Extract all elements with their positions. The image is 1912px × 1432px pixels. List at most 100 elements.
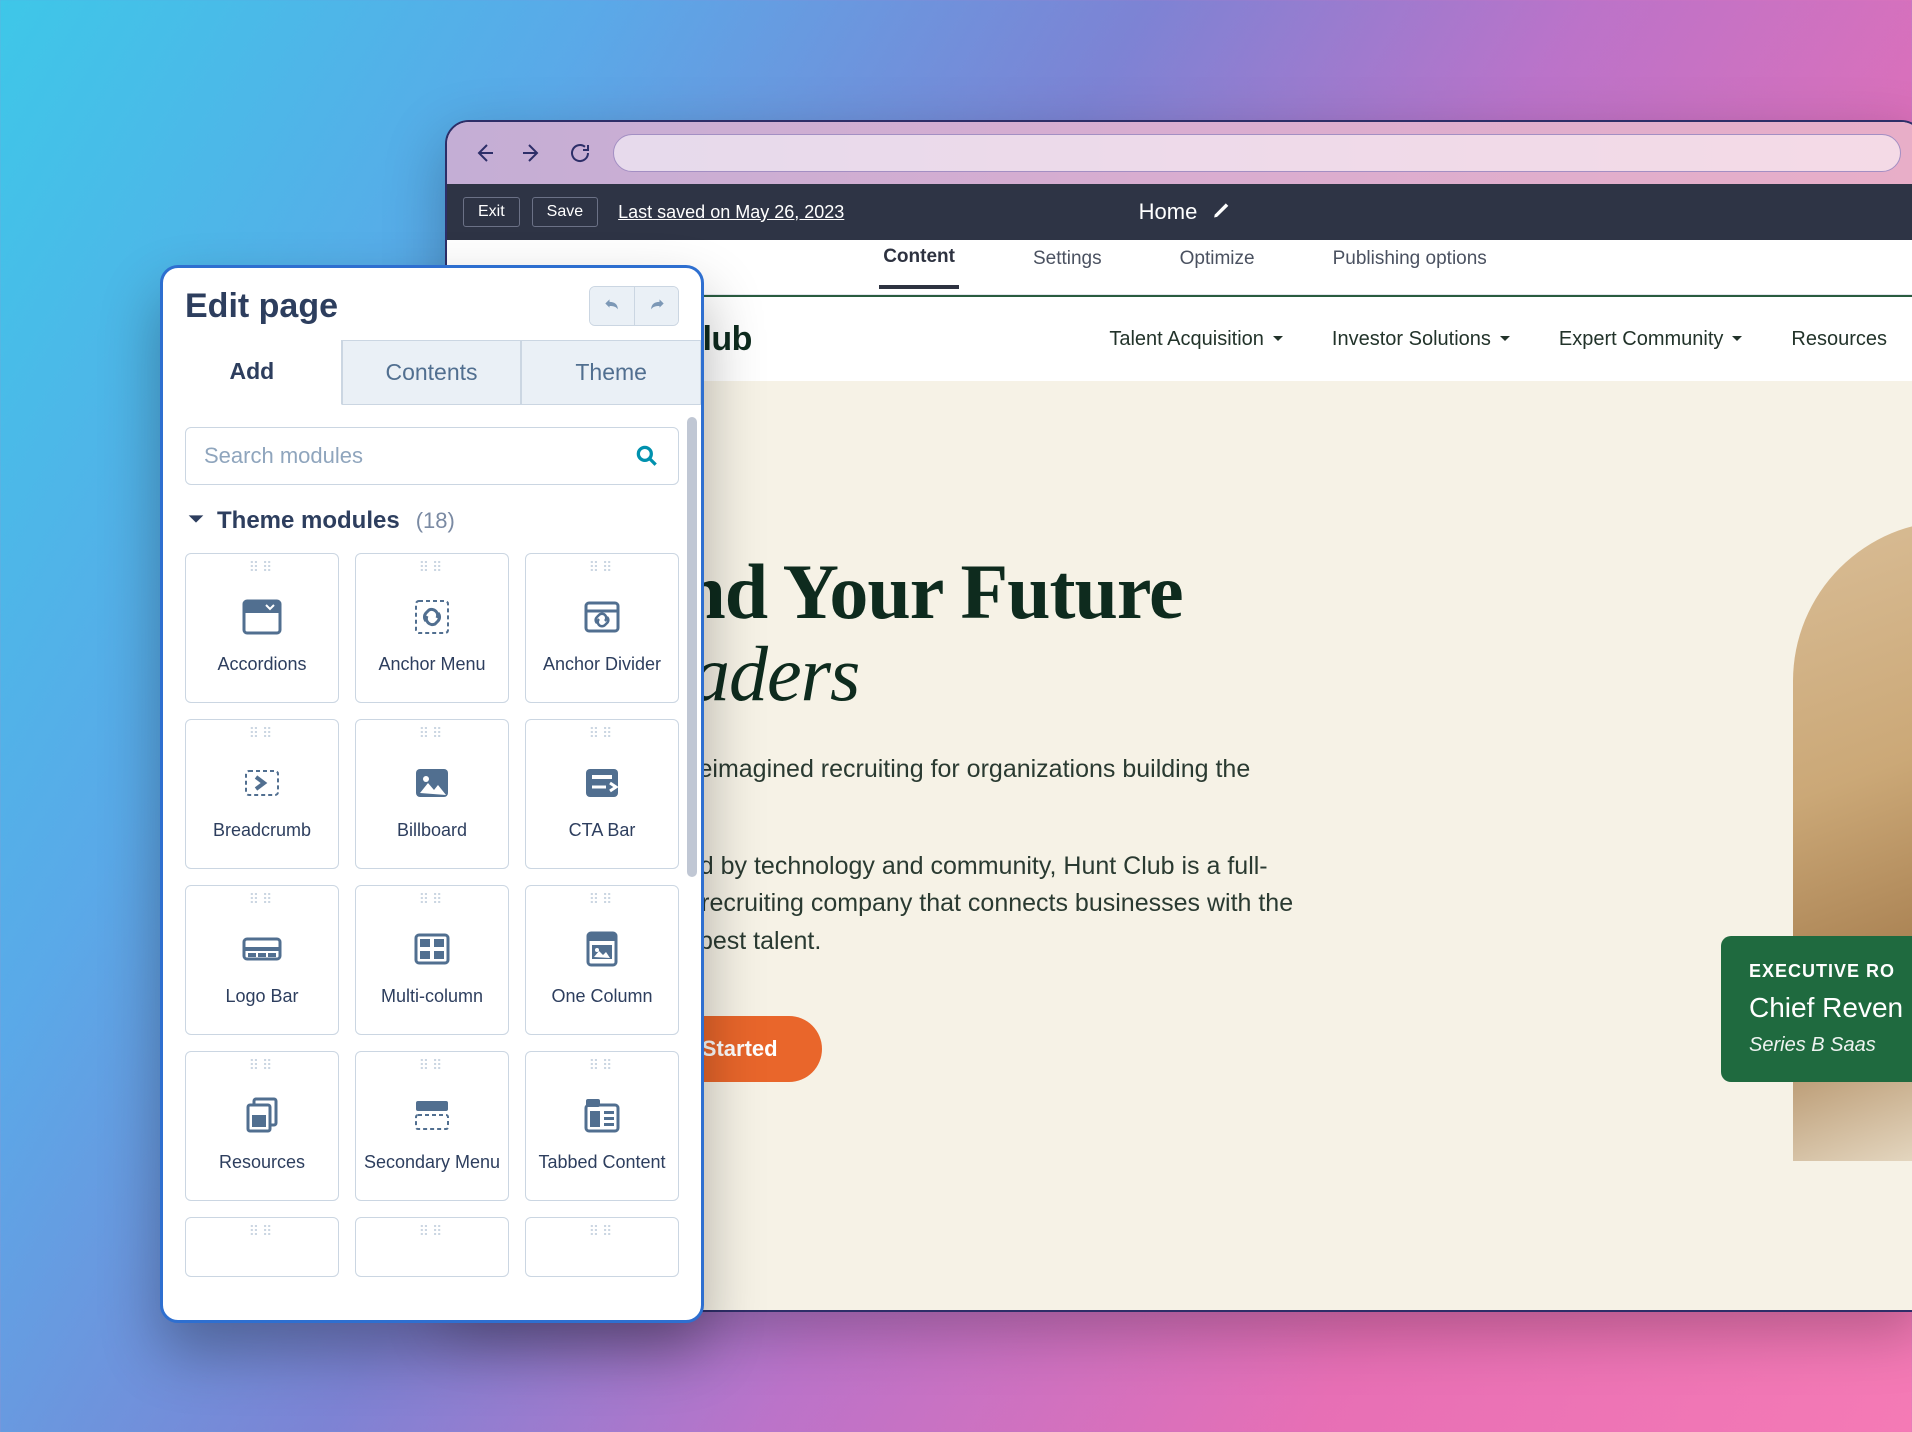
module-label: Anchor Divider (537, 654, 667, 675)
url-bar[interactable] (613, 134, 1901, 172)
module-breadcrumb[interactable]: ⠿⠿ Breadcrumb (185, 719, 339, 869)
module-resources[interactable]: ⠿⠿ Resources (185, 1051, 339, 1201)
module-label: Billboard (391, 820, 473, 841)
one-column-icon (577, 924, 627, 974)
card-subtitle: Series B Saas (1749, 1034, 1912, 1057)
module-multi-column[interactable]: ⠿⠿ Multi-column (355, 885, 509, 1035)
module-label: CTA Bar (563, 820, 642, 841)
card-title: Chief Reven (1749, 992, 1912, 1024)
drag-handle-icon: ⠿⠿ (589, 730, 616, 746)
drag-handle-icon: ⠿⠿ (589, 564, 616, 580)
logo-bar-icon (237, 924, 287, 974)
module-placeholder[interactable]: ⠿⠿ (355, 1217, 509, 1277)
module-grid: ⠿⠿ Accordions ⠿⠿ Anchor Menu ⠿⠿ Anchor D… (179, 553, 685, 1277)
chevron-down-icon (1731, 328, 1743, 351)
module-placeholder[interactable]: ⠿⠿ (525, 1217, 679, 1277)
module-placeholder[interactable]: ⠿⠿ (185, 1217, 339, 1277)
chevron-down-icon (1272, 328, 1284, 351)
section-title: Theme modules (217, 507, 400, 535)
scrollbar[interactable] (687, 417, 697, 877)
hero-paragraph: We've reimagined recruiting for organiza… (615, 751, 1325, 826)
browser-reload-button[interactable] (565, 138, 595, 168)
exit-button[interactable]: Exit (463, 197, 520, 227)
module-logo-bar[interactable]: ⠿⠿ Logo Bar (185, 885, 339, 1035)
panel-title: Edit page (185, 287, 589, 326)
module-label: Tabbed Content (532, 1152, 671, 1173)
nav-label: Resources (1791, 328, 1887, 351)
drag-handle-icon: ⠿⠿ (249, 564, 276, 580)
drag-handle-icon: ⠿⠿ (419, 1228, 446, 1244)
nav-expert-community[interactable]: Expert Community (1559, 328, 1744, 351)
hero-section: Find Your Future Leaders We've reimagine… (567, 381, 1912, 1142)
module-secondary-menu[interactable]: ⠿⠿ Secondary Menu (355, 1051, 509, 1201)
section-count: (18) (416, 508, 455, 534)
module-label: Multi-column (375, 986, 489, 1007)
drag-handle-icon: ⠿⠿ (249, 730, 276, 746)
edit-title-button[interactable] (1211, 200, 1231, 225)
billboard-icon (407, 758, 457, 808)
tab-contents[interactable]: Contents (342, 340, 522, 405)
drag-handle-icon: ⠿⠿ (249, 1228, 276, 1244)
module-billboard[interactable]: ⠿⠿ Billboard (355, 719, 509, 869)
module-anchor-menu[interactable]: ⠿⠿ Anchor Menu (355, 553, 509, 703)
module-tabbed-content[interactable]: ⠿⠿ Tabbed Content (525, 1051, 679, 1201)
drag-handle-icon: ⠿⠿ (589, 1228, 616, 1244)
card-eyebrow: EXECUTIVE RO (1749, 961, 1912, 982)
edit-page-panel: Edit page Add Contents Theme Theme modul… (160, 265, 704, 1323)
module-label: One Column (545, 986, 658, 1007)
drag-handle-icon: ⠿⠿ (249, 1062, 276, 1078)
tab-publishing[interactable]: Publishing options (1329, 248, 1491, 287)
drag-handle-icon: ⠿⠿ (419, 564, 446, 580)
hero-paragraph: Powered by technology and community, Hun… (615, 848, 1325, 961)
anchor-menu-icon (407, 592, 457, 642)
search-input[interactable] (204, 443, 634, 469)
drag-handle-icon: ⠿⠿ (419, 1062, 446, 1078)
reload-icon (568, 141, 592, 165)
save-button[interactable]: Save (532, 197, 598, 227)
undo-icon (602, 296, 622, 316)
module-label: Secondary Menu (358, 1152, 506, 1173)
tab-settings[interactable]: Settings (1029, 248, 1106, 287)
module-cta-bar[interactable]: ⠿⠿ CTA Bar (525, 719, 679, 869)
nav-label: Investor Solutions (1332, 328, 1491, 351)
module-accordions[interactable]: ⠿⠿ Accordions (185, 553, 339, 703)
site-preview: HuntClub Talent Acquisition Investor Sol… (567, 295, 1912, 1310)
module-label: Resources (213, 1152, 311, 1173)
editor-topbar: Exit Save Last saved on May 26, 2023 Hom… (447, 184, 1912, 240)
browser-forward-button[interactable] (517, 138, 547, 168)
arrow-left-icon (472, 141, 496, 165)
module-anchor-divider[interactable]: ⠿⠿ Anchor Divider (525, 553, 679, 703)
multi-column-icon (407, 924, 457, 974)
module-label: Anchor Menu (372, 654, 491, 675)
secondary-menu-icon (407, 1090, 457, 1140)
chevron-down-icon (1499, 328, 1511, 351)
module-label: Accordions (211, 654, 312, 675)
tab-content[interactable]: Content (879, 246, 959, 289)
drag-handle-icon: ⠿⠿ (419, 730, 446, 746)
tab-optimize[interactable]: Optimize (1176, 248, 1259, 287)
tab-add[interactable]: Add (163, 340, 342, 405)
nav-talent-acquisition[interactable]: Talent Acquisition (1109, 328, 1284, 351)
nav-label: Expert Community (1559, 328, 1724, 351)
pencil-icon (1211, 200, 1231, 220)
browser-back-button[interactable] (469, 138, 499, 168)
hero-title: Find Your Future Leaders (615, 551, 1875, 715)
module-one-column[interactable]: ⠿⠿ One Column (525, 885, 679, 1035)
nav-investor-solutions[interactable]: Investor Solutions (1332, 328, 1511, 351)
undo-button[interactable] (590, 287, 634, 325)
browser-chrome (447, 122, 1912, 184)
drag-handle-icon: ⠿⠿ (589, 1062, 616, 1078)
nav-label: Talent Acquisition (1109, 328, 1264, 351)
search-modules[interactable] (185, 427, 679, 485)
tab-theme[interactable]: Theme (521, 340, 701, 405)
panel-tabs: Add Contents Theme (163, 340, 701, 405)
last-saved-link[interactable]: Last saved on May 26, 2023 (618, 202, 844, 223)
redo-button[interactable] (634, 287, 678, 325)
drag-handle-icon: ⠿⠿ (589, 896, 616, 912)
tabbed-content-icon (577, 1090, 627, 1140)
module-label: Breadcrumb (207, 820, 317, 841)
section-header[interactable]: Theme modules (18) (179, 503, 685, 553)
site-nav: HuntClub Talent Acquisition Investor Sol… (567, 297, 1912, 381)
nav-resources[interactable]: Resources (1791, 328, 1887, 351)
accordion-icon (237, 592, 287, 642)
